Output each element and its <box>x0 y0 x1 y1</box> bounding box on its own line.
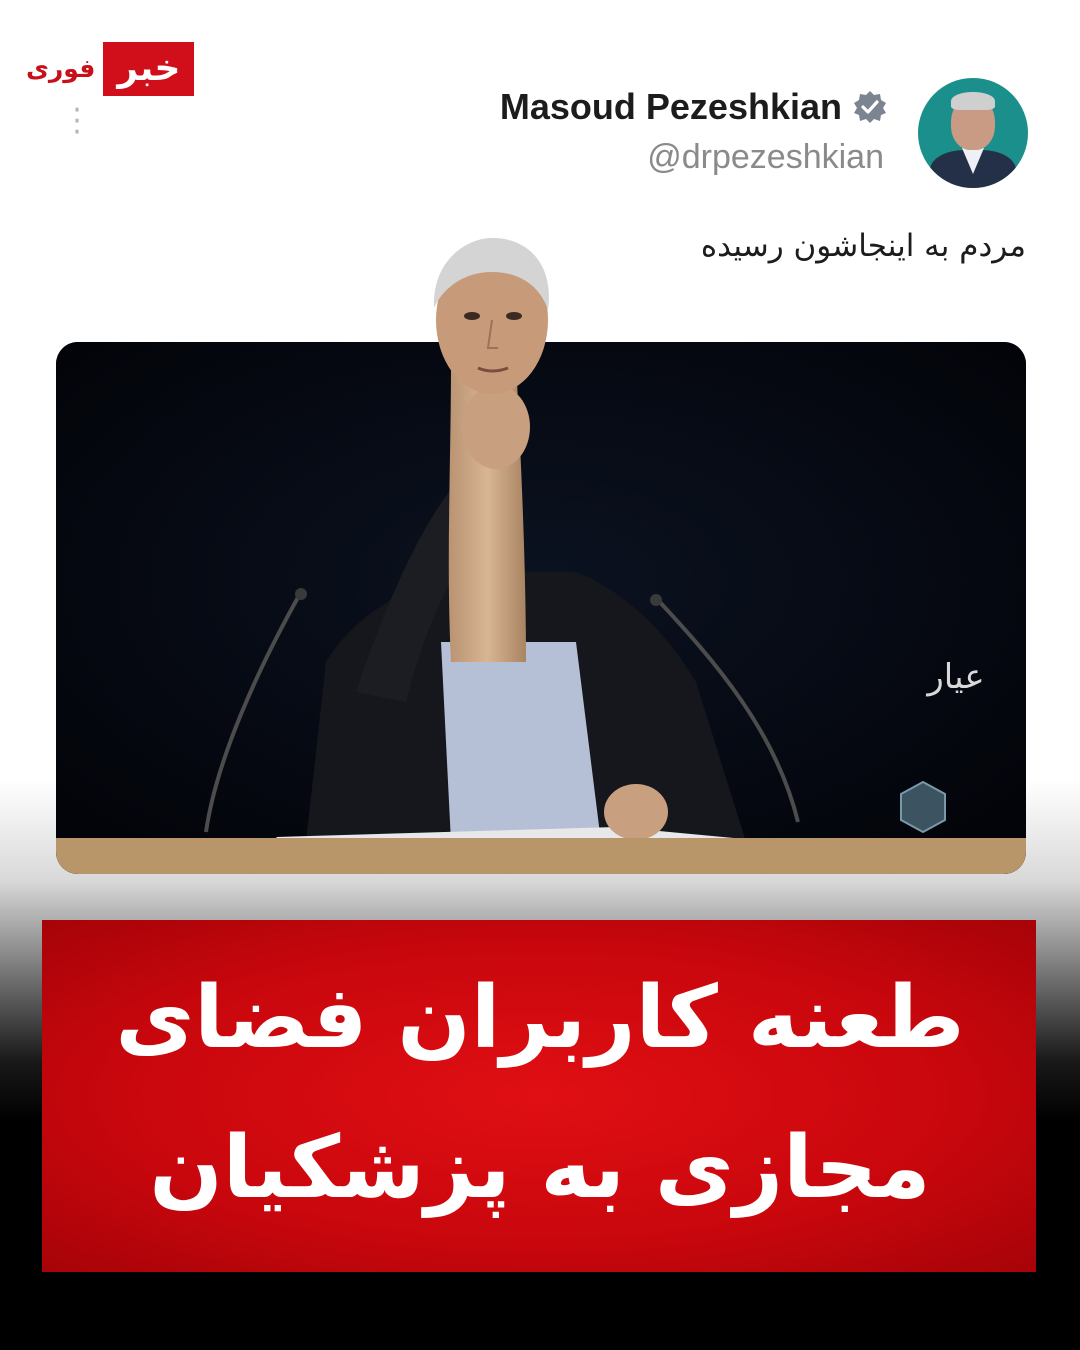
user-handle[interactable]: @drpezeshkian <box>647 138 884 177</box>
display-name[interactable]: Masoud Pezeshkian <box>500 86 888 128</box>
display-name-text: Masoud Pezeshkian <box>499 86 842 127</box>
tweet-media-image[interactable]: عیار <box>56 342 1026 874</box>
tweet-text: مردم به اینجاشون رسیده <box>700 228 1026 264</box>
headline-line-1: طعنه کاربران فضای <box>115 968 965 1068</box>
headline-line-2: مجازی به پزشکیان <box>149 1118 931 1218</box>
brand-badge: فوری خبر <box>26 42 195 96</box>
media-illustration: عیار <box>56 342 1026 874</box>
more-options-icon[interactable]: · · · <box>66 96 88 148</box>
avatar[interactable] <box>918 78 1028 188</box>
verified-badge-icon <box>854 91 886 123</box>
avatar-hair-shape <box>951 92 995 110</box>
channel-logo-icon <box>900 780 946 834</box>
head-overlay-illustration <box>433 237 549 394</box>
badge-primary-label: خبر <box>103 42 195 96</box>
media-watermark: عیار <box>925 657 984 697</box>
badge-secondary-label: فوری <box>26 54 96 83</box>
